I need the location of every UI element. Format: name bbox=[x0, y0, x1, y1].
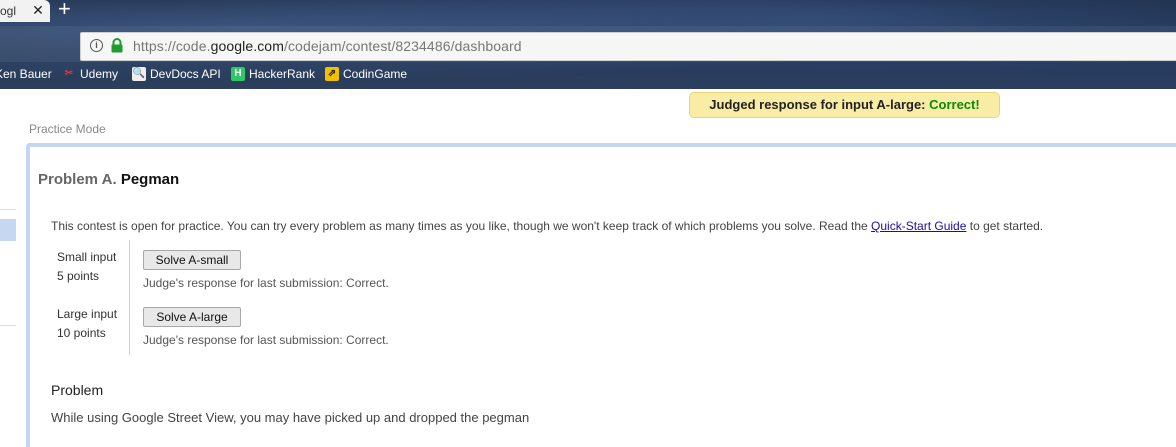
input-points: 10 points bbox=[57, 326, 106, 340]
input-points: 5 points bbox=[57, 269, 100, 283]
practice-intro: This contest is open for practice. You c… bbox=[51, 219, 1043, 233]
close-icon[interactable]: ✕ bbox=[30, 0, 46, 20]
bookmark-label: DevDocs API bbox=[150, 67, 221, 81]
large-input-label: Large input 10 points bbox=[57, 305, 117, 343]
bookmark-ken-bauer[interactable]: Ken Bauer bbox=[0, 67, 52, 81]
problem-panel bbox=[26, 143, 1176, 447]
solve-small-button[interactable]: Solve A-small bbox=[143, 250, 241, 270]
problem-prefix: Problem A. bbox=[38, 171, 117, 188]
sidebar-divider bbox=[0, 209, 16, 210]
sidebar-divider bbox=[0, 325, 16, 326]
bookmark-hackerrank[interactable]: H HackerRank bbox=[231, 67, 315, 81]
lock-icon bbox=[110, 38, 124, 53]
url-prefix: https://code. bbox=[133, 38, 211, 54]
bookmark-codingame[interactable]: ⇗ CodinGame bbox=[325, 67, 407, 81]
problem-title: Problem A. Pegman bbox=[38, 171, 179, 188]
bookmark-label: CodinGame bbox=[343, 67, 408, 81]
url-text: https://code.google.com/codejam/contest/… bbox=[133, 38, 522, 54]
intro-suffix: to get started. bbox=[966, 219, 1044, 233]
small-judge-response: Judge's response for last submission: Co… bbox=[143, 276, 389, 290]
judge-notification-banner: Judged response for input A-large: Corre… bbox=[689, 92, 1000, 118]
url-path: /codejam/contest/8234486/dashboard bbox=[283, 38, 522, 54]
input-name: Small input bbox=[57, 250, 117, 264]
browser-chrome: ogl ✕ + i https://code.google.com/codeja… bbox=[0, 0, 1176, 89]
devdocs-icon: 🔍 bbox=[132, 67, 146, 81]
large-judge-response: Judge's response for last submission: Co… bbox=[143, 333, 389, 347]
codingame-icon: ⇗ bbox=[325, 67, 339, 81]
bookmarks-bar: Ken Bauer ✂ Udemy 🔍 DevDocs API H Hacker… bbox=[0, 64, 1176, 86]
inputs-divider bbox=[129, 240, 130, 355]
practice-mode-label: Practice Mode bbox=[29, 122, 106, 136]
bookmark-label: Ken Bauer bbox=[0, 67, 52, 81]
udemy-icon: ✂ bbox=[64, 68, 74, 79]
sidebar-item-selected[interactable] bbox=[0, 219, 16, 241]
problem-statement: While using Google Street View, you may … bbox=[51, 410, 530, 425]
bookmark-devdocs[interactable]: 🔍 DevDocs API bbox=[132, 67, 221, 81]
problem-section-heading: Problem bbox=[51, 382, 104, 398]
url-host: google.com bbox=[210, 38, 284, 54]
browser-tab[interactable]: ogl ✕ bbox=[0, 0, 50, 22]
input-name: Large input bbox=[57, 307, 118, 321]
info-icon[interactable]: i bbox=[90, 39, 103, 52]
quick-start-guide-link[interactable]: Quick-Start Guide bbox=[871, 219, 966, 233]
bookmark-label: Udemy bbox=[80, 67, 119, 81]
bookmark-label: HackerRank bbox=[249, 67, 316, 81]
problem-name: Pegman bbox=[120, 171, 180, 188]
banner-result: Correct! bbox=[929, 97, 980, 112]
banner-prefix: Judged response for input A-large: bbox=[709, 97, 930, 112]
address-bar[interactable]: i https://code.google.com/codejam/contes… bbox=[80, 32, 1176, 61]
bookmark-udemy[interactable]: ✂ Udemy bbox=[62, 67, 118, 81]
small-input-label: Small input 5 points bbox=[57, 248, 116, 286]
solve-large-button[interactable]: Solve A-large bbox=[143, 307, 241, 327]
hackerrank-icon: H bbox=[231, 67, 245, 81]
intro-text: This contest is open for practice. You c… bbox=[51, 219, 872, 233]
tab-title: ogl bbox=[0, 4, 17, 18]
new-tab-icon[interactable]: + bbox=[58, 0, 71, 21]
